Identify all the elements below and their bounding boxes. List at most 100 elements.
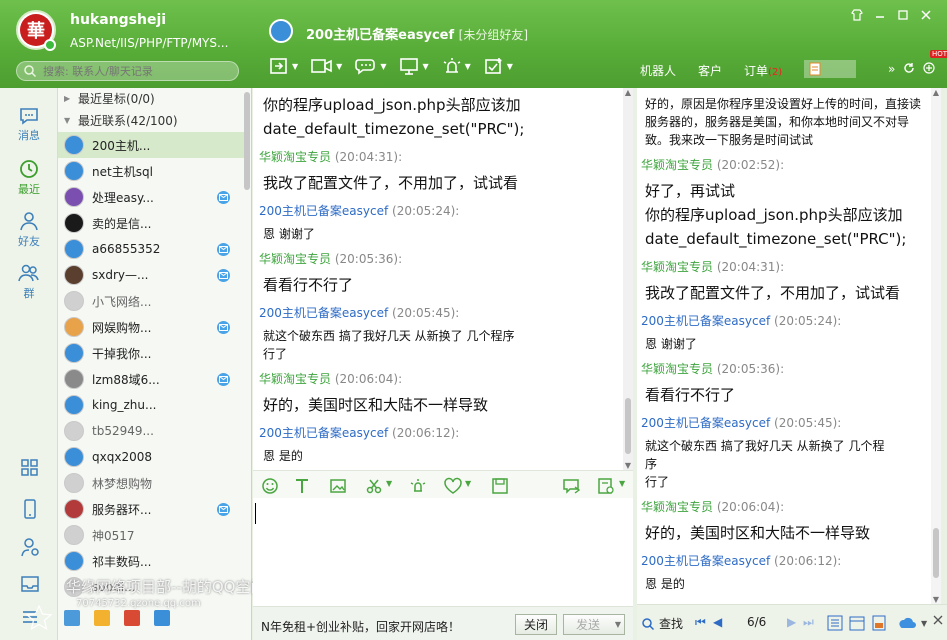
send-options-icon[interactable]: ▼ <box>615 620 621 629</box>
sender-name[interactable]: 200主机已备案easycef <box>641 554 770 568</box>
message-sender[interactable]: 华颖淘宝专员 (20:04:31): <box>259 148 623 165</box>
tab-robot[interactable]: 机器人 <box>640 62 676 79</box>
next-page-icon[interactable]: ▶ <box>787 615 796 629</box>
chat-contact-avatar[interactable] <box>269 19 293 43</box>
contact-item[interactable]: 干掉我你... <box>58 340 244 366</box>
contact-item[interactable]: net主机sql <box>58 158 244 184</box>
scroll-up-icon[interactable]: ▲ <box>623 88 633 97</box>
history-scroll-thumb[interactable] <box>933 528 939 578</box>
sender-name[interactable]: 200主机已备案easycef <box>259 426 388 440</box>
message-sender[interactable]: 华颖淘宝专员 (20:04:31): <box>641 258 931 275</box>
contact-item[interactable]: tb52949... <box>58 418 244 444</box>
sender-name[interactable]: 华颖淘宝专员 <box>641 362 713 376</box>
message-badge-icon[interactable] <box>217 269 230 282</box>
nav-groups[interactable]: 群 <box>0 262 58 301</box>
chat-scroll-thumb[interactable] <box>625 398 631 454</box>
sender-name[interactable]: 华颖淘宝专员 <box>641 500 713 514</box>
history-settings-icon[interactable]: ▼ <box>897 615 927 631</box>
send-button[interactable]: 发送 ▼ <box>563 614 625 635</box>
tab-orders[interactable]: 订单(2) <box>744 62 782 79</box>
chat-title[interactable]: 200主机已备案easycef [未分组好友] <box>306 24 528 43</box>
view-calendar-icon[interactable] <box>849 615 865 631</box>
group-recent[interactable]: ▼ 最近联系(42/100) <box>58 110 244 130</box>
contact-item[interactable]: king_zhu... <box>58 392 244 418</box>
user-signature[interactable]: ASP.Net/IIS/PHP/FTP/MYS... <box>70 36 238 50</box>
contact-item[interactable]: lzm88域6... <box>58 366 244 392</box>
apps-grid-icon[interactable] <box>20 458 40 478</box>
sender-name[interactable]: 华颖淘宝专员 <box>641 260 713 274</box>
contact-manager-icon[interactable] <box>20 536 40 558</box>
scroll-down-icon[interactable]: ▼ <box>623 461 633 470</box>
group-starred[interactable]: ▶ 最近星标(0/0) <box>58 88 244 108</box>
close-icon[interactable] <box>919 8 933 22</box>
message-badge-icon[interactable] <box>217 321 230 334</box>
skin-icon[interactable] <box>850 8 864 22</box>
history-icon[interactable] <box>597 477 615 495</box>
app-launcher-icon[interactable] <box>64 610 80 626</box>
contact-item[interactable]: 网娱购物... <box>58 314 244 340</box>
history-caret-icon[interactable]: ▼ <box>619 479 625 488</box>
close-button[interactable]: 关闭 <box>515 614 557 635</box>
message-badge-icon[interactable] <box>217 373 230 386</box>
contact-item[interactable]: 处理easy... <box>58 184 244 210</box>
message-sender[interactable]: 华颖淘宝专员 (20:05:36): <box>259 250 623 267</box>
last-page-icon[interactable]: ⏭ <box>803 615 814 630</box>
contact-list-scrollbar[interactable] <box>244 92 250 190</box>
contact-item[interactable]: 200主机... <box>58 132 244 158</box>
message-sender[interactable]: 200主机已备案easycef (20:05:45): <box>259 304 623 321</box>
video-call-button[interactable]: ▼ <box>310 56 342 76</box>
voice-icon[interactable] <box>561 477 583 495</box>
shake-icon[interactable] <box>409 477 427 495</box>
message-badge-icon[interactable] <box>217 191 230 204</box>
sender-name[interactable]: 华颖淘宝专员 <box>259 150 331 164</box>
add-tab-icon[interactable] <box>923 62 935 74</box>
history-close-icon[interactable] <box>933 615 943 625</box>
sender-name[interactable]: 200主机已备案easycef <box>641 314 770 328</box>
screenshot-icon[interactable] <box>365 477 383 495</box>
refresh-icon[interactable] <box>903 62 915 74</box>
alarm-button[interactable]: ▼ <box>441 56 471 76</box>
contact-item[interactable]: 小飞网络... <box>58 288 244 314</box>
message-badge-icon[interactable] <box>217 503 230 516</box>
ad-text[interactable]: N年免租+创业补贴，回家开网店咯！ <box>261 618 460 635</box>
sender-name[interactable]: 200主机已备案easycef <box>259 306 388 320</box>
search-input[interactable] <box>43 63 233 79</box>
contact-item[interactable]: 卖的是信... <box>58 210 244 236</box>
prev-page-icon[interactable]: ◀ <box>713 615 722 629</box>
contact-item[interactable]: sxdry—... <box>58 262 244 288</box>
message-sender[interactable]: 华颖淘宝专员 (20:05:36): <box>641 360 931 377</box>
remote-assist-button[interactable]: ▼ <box>354 56 386 76</box>
history-scrollbar[interactable]: ▲ ▼ <box>931 88 941 604</box>
save-icon[interactable] <box>491 477 509 495</box>
favorite-caret-icon[interactable]: ▼ <box>465 479 471 488</box>
sender-name[interactable]: 200主机已备案easycef <box>259 204 388 218</box>
contact-item[interactable]: 神0517 <box>58 522 244 548</box>
history-scroll-down-icon[interactable]: ▼ <box>931 595 941 604</box>
message-sender[interactable]: 华颖淘宝专员 (20:06:04): <box>641 498 931 515</box>
online-status-icon[interactable] <box>44 39 56 51</box>
image-icon[interactable] <box>329 477 347 495</box>
maximize-icon[interactable] <box>896 8 910 22</box>
nav-messages[interactable]: 消息 <box>0 106 58 143</box>
screen-share-button[interactable]: ▼ <box>398 56 429 76</box>
tab-document[interactable] <box>804 60 857 78</box>
folder-icon[interactable] <box>94 610 110 626</box>
history-scroll-up-icon[interactable]: ▲ <box>931 88 941 97</box>
calendar-icon[interactable] <box>124 610 140 626</box>
view-list-icon[interactable] <box>827 615 843 631</box>
chat-scrollbar[interactable]: ▲ ▼ <box>623 88 633 470</box>
message-sender[interactable]: 200主机已备案easycef (20:06:12): <box>641 552 931 569</box>
message-sender[interactable]: 华颖淘宝专员 (20:02:52): <box>641 156 931 173</box>
minimize-icon[interactable] <box>873 8 887 22</box>
screenshot-caret-icon[interactable]: ▼ <box>386 479 392 488</box>
message-sender[interactable]: 华颖淘宝专员 (20:06:04): <box>259 370 623 387</box>
sender-name[interactable]: 200主机已备案easycef <box>641 416 770 430</box>
sender-name[interactable]: 华颖淘宝专员 <box>259 252 331 266</box>
message-sender[interactable]: 200主机已备案easycef (20:06:12): <box>259 424 623 441</box>
sender-name[interactable]: 华颖淘宝专员 <box>259 372 331 386</box>
search-box[interactable] <box>16 61 239 81</box>
favorite-icon[interactable] <box>443 477 463 495</box>
contact-item[interactable]: 祁丰数码... <box>58 548 244 574</box>
message-input[interactable] <box>253 498 633 606</box>
nav-recent[interactable]: 最近 <box>0 158 58 197</box>
